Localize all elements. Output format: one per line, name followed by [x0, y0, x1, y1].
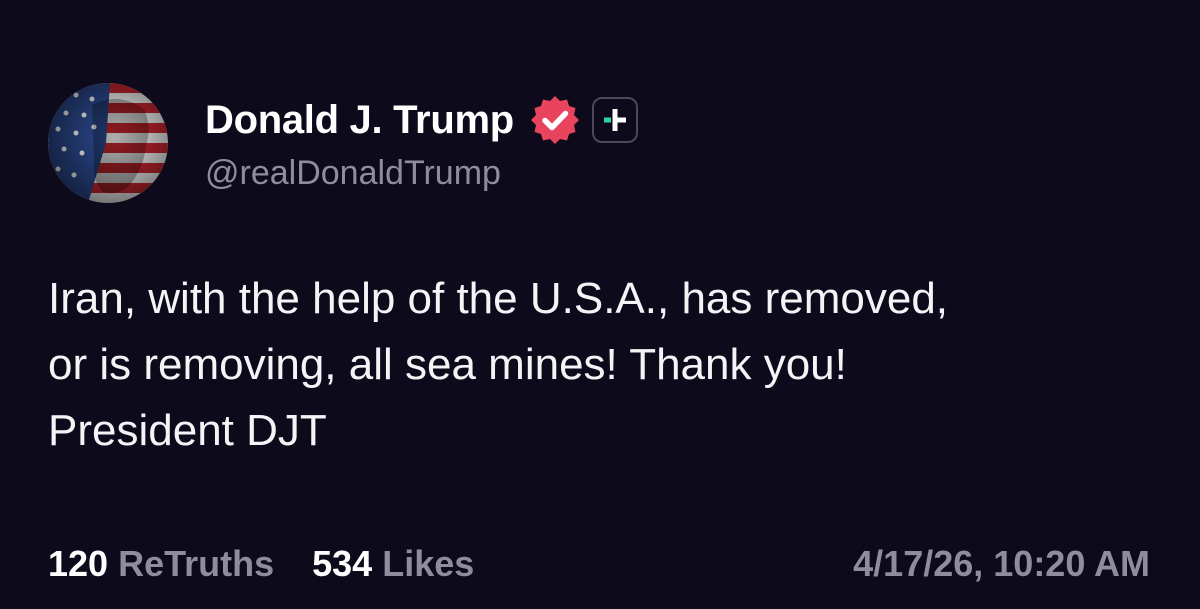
retruths-label: ReTruths	[118, 543, 275, 584]
plus-badge-icon[interactable]	[591, 97, 638, 143]
likes-count: 534	[312, 543, 373, 584]
post-timestamp[interactable]: 4/17/26, 10:20 AM	[853, 543, 1150, 585]
author-display-name[interactable]: Donald J. Trump	[205, 98, 514, 143]
author-avatar[interactable]	[48, 83, 168, 203]
post-footer: 120 ReTruths 534 Likes 4/17/26, 10:20 AM	[48, 540, 1150, 588]
retruths-stat[interactable]: 120 ReTruths	[48, 543, 274, 585]
author-name-row: Donald J. Trump	[205, 92, 638, 148]
post-header: Donald J. Trump @realDonaldTrump	[205, 92, 638, 193]
post-text: Iran, with the help of the U.S.A., has r…	[48, 274, 949, 455]
retruths-count: 120	[48, 543, 109, 584]
avatar-image	[48, 83, 168, 203]
verified-badge-icon	[528, 93, 582, 147]
author-handle[interactable]: @realDonaldTrump	[205, 154, 638, 193]
likes-stat[interactable]: 534 Likes	[312, 543, 474, 585]
likes-label: Likes	[382, 543, 475, 584]
truth-post: Donald J. Trump @realDonaldTrump Iran, w…	[0, 0, 1200, 609]
